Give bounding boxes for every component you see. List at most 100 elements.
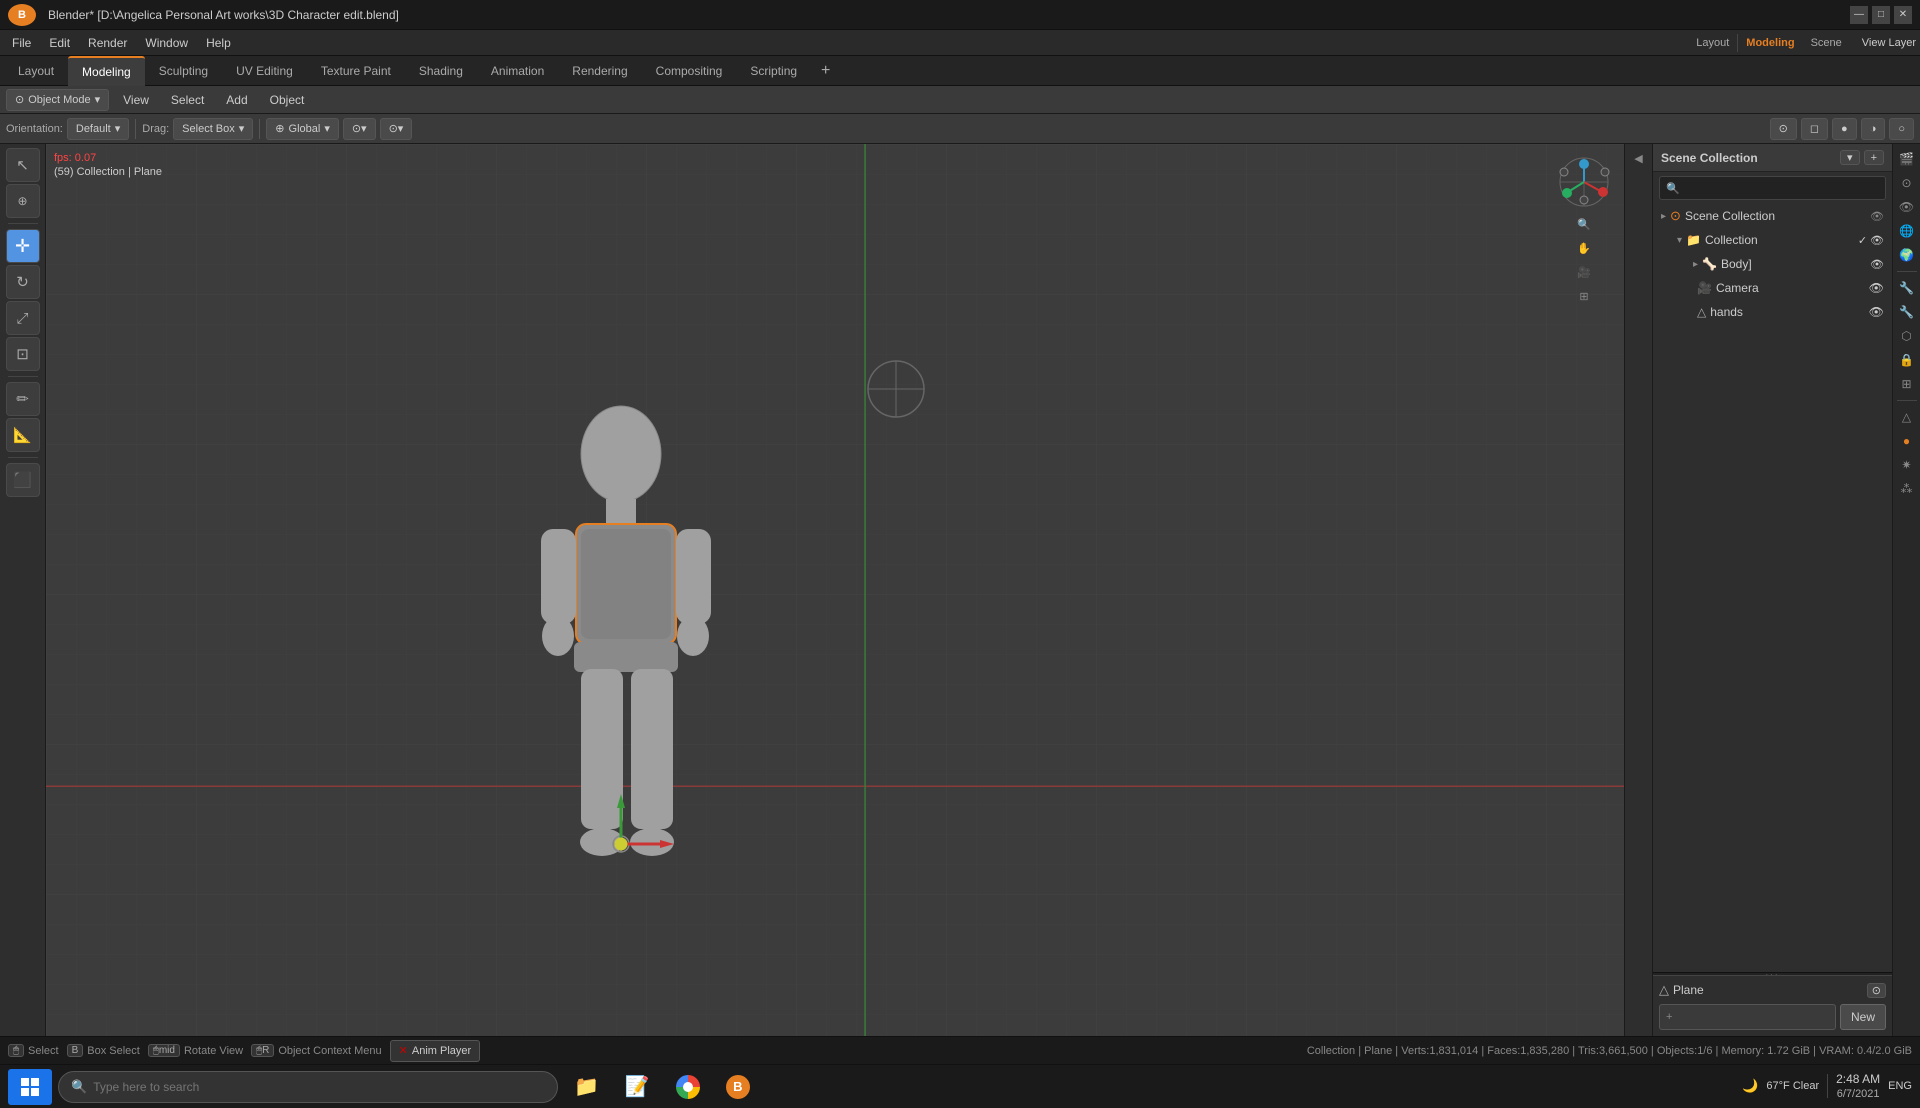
tree-collection[interactable]: ▾ 📁 Collection ✓ 👁 [1669, 228, 1892, 252]
object-menu[interactable]: Object [262, 91, 313, 109]
clock-time: 2:48 AM [1836, 1072, 1880, 1088]
tree-hands[interactable]: △ hands 👁 [1685, 300, 1892, 324]
tree-camera[interactable]: 🎥 Camera 👁 [1685, 276, 1892, 300]
object-shading-props-btn[interactable]: ✷ [1896, 454, 1918, 476]
particle-props-btn[interactable]: ⬡ [1896, 325, 1918, 347]
navigation-gizmo[interactable] [1556, 154, 1612, 210]
annotate-tool-btn[interactable]: ✏ [6, 382, 40, 416]
scene-props-btn[interactable]: 🌐 [1896, 220, 1918, 242]
sticky-notes-btn[interactable]: 📝 [615, 1069, 660, 1105]
transform-value: Global [289, 123, 321, 135]
rotate-tool-btn[interactable]: ↻ [6, 265, 40, 299]
render-props-btn[interactable]: 🎬 [1896, 148, 1918, 170]
tab-uv-editing[interactable]: UV Editing [222, 56, 307, 86]
body-vis-icon[interactable]: 👁 [1870, 259, 1884, 271]
blender-btn[interactable]: B [716, 1069, 760, 1105]
tab-modeling[interactable]: Modeling [68, 56, 145, 86]
scene-collection-title: Scene Collection [1661, 151, 1758, 165]
minimize-button[interactable]: — [1850, 6, 1868, 24]
object-mode-dropdown[interactable]: ⊙ Object Mode ▾ [6, 89, 109, 111]
menu-render[interactable]: Render [80, 34, 135, 52]
viewport-right-strip: ◀ [1624, 144, 1652, 1036]
props-separator-2 [1897, 400, 1917, 401]
add-menu[interactable]: Add [218, 91, 255, 109]
status-rotate-label: Rotate View [184, 1045, 243, 1057]
data-props-btn[interactable]: △ [1896, 406, 1918, 428]
zoom-nav-btn[interactable]: 🔍 [1574, 214, 1594, 234]
select-menu[interactable]: Select [163, 91, 212, 109]
view-layer-props-btn[interactable]: 👁 [1896, 196, 1918, 218]
separator-2 [259, 119, 260, 139]
tab-animation[interactable]: Animation [477, 56, 558, 86]
tree-body[interactable]: ▸ 🦴 Body] 👁 [1685, 252, 1892, 276]
material-props-btn[interactable]: ● [1896, 430, 1918, 452]
taskbar-search-input[interactable] [93, 1080, 545, 1094]
object-search-btn[interactable]: ⊙ [1867, 983, 1886, 998]
move-tool-btn[interactable]: ✛ [6, 229, 40, 263]
scene-search-bar[interactable]: 🔍 [1659, 176, 1886, 200]
transform-tool-btn[interactable]: ⊡ [6, 337, 40, 371]
output-props-btn[interactable]: ⊙ [1896, 172, 1918, 194]
tab-layout[interactable]: Layout [4, 56, 68, 86]
tab-scripting[interactable]: Scripting [736, 56, 811, 86]
falloff-btn[interactable]: ⊙▾ [380, 118, 413, 140]
add-workspace-button[interactable]: + [811, 58, 840, 84]
camera-vis-icon[interactable]: 👁 [1869, 281, 1884, 295]
quad-nav-btn[interactable]: ⊞ [1574, 286, 1594, 306]
menu-window[interactable]: Window [137, 34, 196, 52]
constraint-props-btn[interactable]: ⊞ [1896, 373, 1918, 395]
particles2-props-btn[interactable]: ⁂ [1896, 478, 1918, 500]
shading-solid-btn[interactable]: ● [1832, 118, 1857, 140]
tab-rendering[interactable]: Rendering [558, 56, 641, 86]
taskbar-search-bar[interactable]: 🔍 [58, 1071, 558, 1103]
add-collection-btn[interactable]: + [1864, 150, 1884, 165]
menu-file[interactable]: File [4, 34, 39, 52]
chrome-btn[interactable] [666, 1069, 710, 1105]
physics-props-btn[interactable]: 🔒 [1896, 349, 1918, 371]
cursor-tool-btn[interactable]: ⊕ [6, 184, 40, 218]
anim-player-btn[interactable]: ✕ Anim Player [390, 1040, 481, 1062]
pan-nav-btn[interactable]: ✋ [1574, 238, 1594, 258]
snapping-btn[interactable]: ⊙▾ [343, 118, 376, 140]
tab-texture-paint[interactable]: Texture Paint [307, 56, 405, 86]
menu-edit[interactable]: Edit [41, 34, 78, 52]
close-button[interactable]: ✕ [1894, 6, 1912, 24]
tab-shading[interactable]: Shading [405, 56, 477, 86]
shading-material-btn[interactable]: ◑ [1861, 118, 1886, 140]
mesh-icon: △ [1697, 305, 1706, 319]
add-primitive-btn[interactable]: ⬛ [6, 463, 40, 497]
scale-tool-btn[interactable]: ⤢ [6, 301, 40, 335]
start-button[interactable] [8, 1069, 52, 1105]
file-explorer-btn[interactable]: 📁 [564, 1069, 609, 1105]
view-menu[interactable]: View [115, 91, 157, 109]
overlay-btn[interactable]: ⊙ [1770, 118, 1797, 140]
viewport[interactable]: 🔍 ✋ 🎥 ⊞ fps: 0.07 (59) Collection | Plan… [46, 144, 1652, 1036]
filter-btn[interactable]: ▾ [1840, 150, 1860, 165]
vp-collapse-btn[interactable]: ◀ [1629, 148, 1649, 168]
drag-dropdown[interactable]: Select Box ▾ [173, 118, 253, 140]
orientation-dropdown[interactable]: Default ▾ [67, 118, 129, 140]
tab-compositing[interactable]: Compositing [642, 56, 737, 86]
collection-vis-icon[interactable]: ✓ [1858, 234, 1867, 247]
tree-scene-collection[interactable]: ▸ ⊙ Scene Collection 👁 [1653, 204, 1892, 228]
world-props-btn[interactable]: 🌍 [1896, 244, 1918, 266]
collection-hide-icon[interactable]: 👁 [1870, 234, 1884, 247]
shading-render-btn[interactable]: ○ [1889, 118, 1914, 140]
hands-vis-icon[interactable]: 👁 [1869, 305, 1884, 319]
maximize-button[interactable]: □ [1872, 6, 1890, 24]
camera-label: Camera [1716, 281, 1759, 295]
shading-wire-btn[interactable]: ◻ [1801, 118, 1828, 140]
material-name-field[interactable]: + [1659, 1004, 1836, 1030]
modifier-props-btn[interactable]: 🔧 [1896, 301, 1918, 323]
transform-dropdown[interactable]: ⊕ Global ▾ [266, 118, 339, 140]
scene-search-input[interactable] [1684, 182, 1879, 194]
object-props-btn[interactable]: 🔧 [1896, 277, 1918, 299]
visibility-icon[interactable]: 👁 [1870, 210, 1884, 223]
measure-tool-btn[interactable]: 📐 [6, 418, 40, 452]
camera-nav-btn[interactable]: 🎥 [1574, 262, 1594, 282]
new-material-button[interactable]: New [1840, 1004, 1886, 1030]
select-tool-btn[interactable]: ↖ [6, 148, 40, 182]
tab-sculpting[interactable]: Sculpting [145, 56, 222, 86]
menu-help[interactable]: Help [198, 34, 239, 52]
clock[interactable]: 2:48 AM 6/7/2021 [1836, 1072, 1880, 1102]
